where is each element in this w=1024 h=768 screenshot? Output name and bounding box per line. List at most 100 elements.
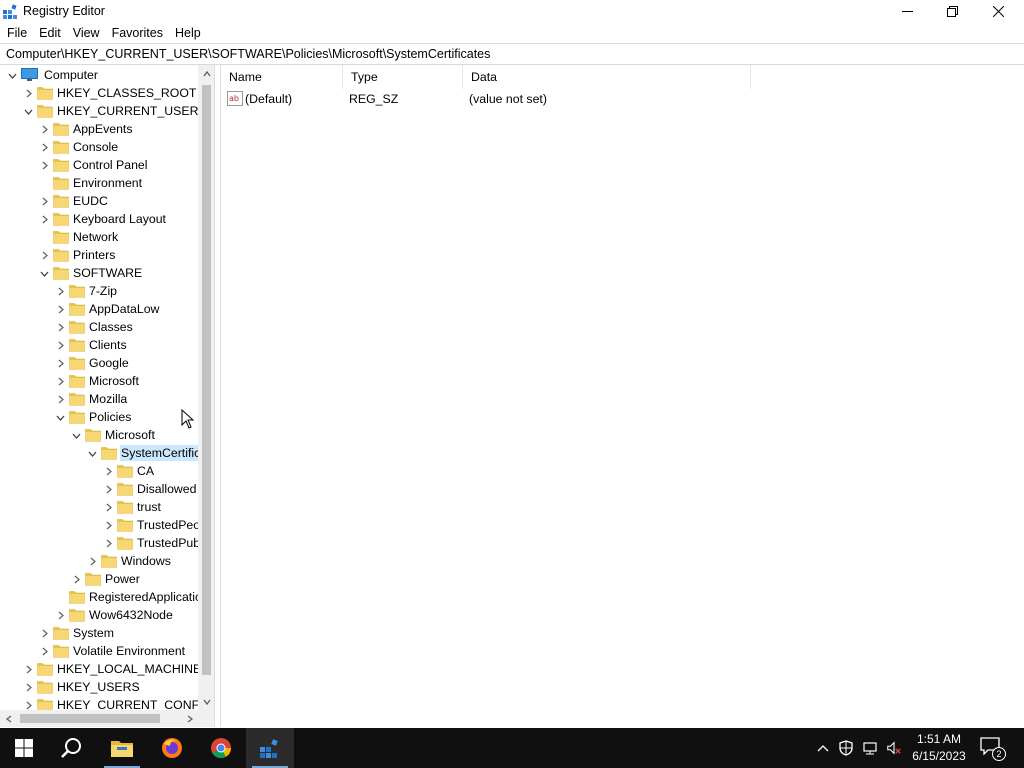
- chevron-right-icon[interactable]: [54, 339, 66, 351]
- tree-node[interactable]: Microsoft: [54, 372, 140, 390]
- security-tray-button[interactable]: [838, 740, 854, 756]
- scroll-down-arrow[interactable]: [198, 693, 214, 710]
- tree-node[interactable]: EUDC: [38, 192, 109, 210]
- chevron-right-icon[interactable]: [22, 699, 34, 710]
- tree-node[interactable]: Control Panel: [38, 156, 149, 174]
- chevron-down-icon[interactable]: [54, 411, 66, 423]
- tree-node[interactable]: Windows: [86, 552, 172, 570]
- chevron-right-icon[interactable]: [38, 141, 50, 153]
- tree-node[interactable]: Network: [38, 228, 119, 246]
- chevron-right-icon[interactable]: [38, 249, 50, 261]
- tree-horizontal-scrollbar[interactable]: [0, 710, 198, 727]
- chevron-right-icon[interactable]: [102, 465, 114, 477]
- firefox-button[interactable]: [148, 728, 196, 768]
- menu-edit[interactable]: Edit: [33, 23, 67, 43]
- chevron-right-icon[interactable]: [102, 519, 114, 531]
- chevron-down-icon[interactable]: [86, 447, 98, 459]
- tree-node[interactable]: Microsoft: [70, 426, 156, 444]
- chevron-right-icon[interactable]: [54, 609, 66, 621]
- tree-node[interactable]: AppEvents: [38, 120, 133, 138]
- column-header-type[interactable]: Type: [343, 65, 463, 89]
- tree-node[interactable]: Google: [54, 354, 130, 372]
- tree-node[interactable]: SystemCertific: [86, 444, 198, 462]
- tree-node[interactable]: Volatile Environment: [38, 642, 186, 660]
- restore-button[interactable]: [930, 0, 975, 23]
- chevron-down-icon[interactable]: [22, 105, 34, 117]
- chevron-right-icon[interactable]: [54, 357, 66, 369]
- chevron-right-icon[interactable]: [86, 555, 98, 567]
- chevron-right-icon[interactable]: [22, 87, 34, 99]
- tree-node[interactable]: SOFTWARE: [38, 264, 143, 282]
- tree-node[interactable]: Wow6432Node: [54, 606, 174, 624]
- column-header-data[interactable]: Data: [463, 65, 751, 89]
- chevron-right-icon[interactable]: [38, 645, 50, 657]
- tree-node[interactable]: 7-Zip: [54, 282, 118, 300]
- chevron-right-icon[interactable]: [38, 627, 50, 639]
- tree-node[interactable]: HKEY_CURRENT_CONFIG: [22, 696, 198, 710]
- chevron-right-icon[interactable]: [38, 213, 50, 225]
- chevron-right-icon[interactable]: [38, 159, 50, 171]
- volume-tray-button[interactable]: [886, 740, 902, 756]
- tree-node[interactable]: TrustedPub: [102, 534, 198, 552]
- network-tray-button[interactable]: [862, 740, 878, 756]
- tree-node[interactable]: HKEY_CLASSES_ROOT: [22, 84, 197, 102]
- tree-node[interactable]: CA: [102, 462, 155, 480]
- horizontal-scroll-thumb[interactable]: [20, 714, 160, 723]
- scroll-right-arrow[interactable]: [181, 710, 198, 727]
- scroll-left-arrow[interactable]: [0, 710, 17, 727]
- column-header-name[interactable]: Name: [221, 65, 343, 89]
- tree-node[interactable]: Computer: [6, 66, 99, 84]
- chevron-down-icon[interactable]: [6, 69, 18, 81]
- tree-node[interactable]: Environment: [38, 174, 143, 192]
- tree-node[interactable]: trust: [102, 498, 162, 516]
- tree-node[interactable]: HKEY_LOCAL_MACHINE: [22, 660, 198, 678]
- chevron-right-icon[interactable]: [70, 573, 82, 585]
- chevron-right-icon[interactable]: [54, 285, 66, 297]
- tree-node[interactable]: HKEY_CURRENT_USER: [22, 102, 198, 120]
- chevron-right-icon[interactable]: [54, 393, 66, 405]
- tree-node[interactable]: System: [38, 624, 115, 642]
- chevron-right-icon[interactable]: [54, 375, 66, 387]
- chevron-right-icon[interactable]: [22, 663, 34, 675]
- start-button[interactable]: [0, 728, 48, 768]
- tree-node[interactable]: RegisteredApplicatic: [54, 588, 198, 606]
- menu-help[interactable]: Help: [169, 23, 207, 43]
- tree-node[interactable]: Mozilla: [54, 390, 128, 408]
- chevron-right-icon[interactable]: [38, 195, 50, 207]
- vertical-scroll-thumb[interactable]: [202, 85, 211, 675]
- chevron-down-icon[interactable]: [38, 267, 50, 279]
- chrome-button[interactable]: [197, 728, 245, 768]
- tree-node[interactable]: Keyboard Layout: [38, 210, 167, 228]
- tree-node[interactable]: AppDataLow: [54, 300, 160, 318]
- clock[interactable]: 1:51 AM 6/15/2023: [906, 731, 972, 765]
- show-hidden-icons-button[interactable]: [815, 740, 831, 756]
- scroll-up-arrow[interactable]: [198, 65, 214, 82]
- chevron-right-icon[interactable]: [102, 537, 114, 549]
- tree-node[interactable]: TrustedPeo: [102, 516, 198, 534]
- tree-node[interactable]: Console: [38, 138, 119, 156]
- search-button[interactable]: [48, 728, 96, 768]
- tree-node[interactable]: Printers: [38, 246, 116, 264]
- list-item[interactable]: ab (Default) REG_SZ (value not set): [221, 90, 781, 110]
- tree-node[interactable]: Power: [70, 570, 141, 588]
- chevron-right-icon[interactable]: [102, 501, 114, 513]
- tree-vertical-scrollbar[interactable]: [198, 65, 214, 710]
- tree-node[interactable]: Policies: [54, 408, 132, 426]
- chevron-right-icon[interactable]: [38, 123, 50, 135]
- tree-node[interactable]: Disallowed: [102, 480, 197, 498]
- menu-file[interactable]: File: [0, 23, 33, 43]
- tree-node[interactable]: Classes: [54, 318, 134, 336]
- registry-editor-taskbar-button[interactable]: [246, 728, 294, 768]
- chevron-right-icon[interactable]: [54, 303, 66, 315]
- chevron-down-icon[interactable]: [70, 429, 82, 441]
- menu-view[interactable]: View: [67, 23, 106, 43]
- close-button[interactable]: [976, 0, 1021, 23]
- minimize-button[interactable]: [885, 0, 930, 23]
- chevron-right-icon[interactable]: [102, 483, 114, 495]
- chevron-right-icon[interactable]: [22, 681, 34, 693]
- address-bar[interactable]: Computer\HKEY_CURRENT_USER\SOFTWARE\Poli…: [0, 43, 1024, 65]
- chevron-right-icon[interactable]: [54, 321, 66, 333]
- tree-node[interactable]: HKEY_USERS: [22, 678, 141, 696]
- file-explorer-button[interactable]: [98, 728, 146, 768]
- menu-favorites[interactable]: Favorites: [106, 23, 169, 43]
